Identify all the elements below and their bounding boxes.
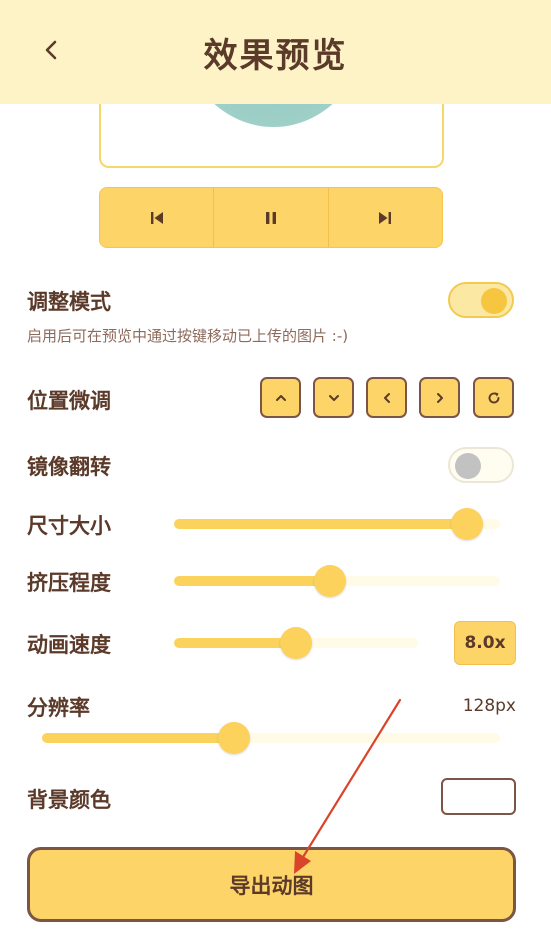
slider-thumb[interactable] (280, 627, 312, 659)
resolution-slider[interactable] (42, 718, 500, 758)
screen: 效果预览 调整模式 启用后可在预览中通过按键移动已上传的图片 :-) 位置微调 … (0, 0, 551, 944)
pause-button[interactable] (213, 188, 327, 247)
slider-fill (174, 638, 296, 648)
playback-controls (99, 187, 443, 248)
pause-icon (265, 211, 276, 224)
mirror-label: 镜像翻转 (27, 455, 111, 479)
chevron-down-icon (328, 394, 339, 401)
skip-previous-icon (150, 211, 163, 224)
nudge-down-button[interactable] (313, 377, 354, 418)
skip-next-icon (379, 211, 392, 224)
toggle-knob (481, 288, 507, 314)
nudge-up-button[interactable] (260, 377, 301, 418)
slider-fill (174, 576, 331, 586)
squeeze-slider[interactable] (174, 561, 500, 601)
size-slider[interactable] (174, 504, 500, 544)
chevron-left-icon (383, 392, 390, 403)
refresh-icon (488, 391, 499, 403)
position-label: 位置微调 (27, 389, 111, 413)
slider-thumb[interactable] (451, 508, 484, 540)
adjust-mode-label: 调整模式 (27, 290, 111, 314)
reset-position-button[interactable] (473, 377, 514, 418)
adjust-mode-hint: 启用后可在预览中通过按键移动已上传的图片 :-) (27, 327, 349, 345)
chevron-left-icon (45, 40, 57, 60)
background-color-label: 背景颜色 (27, 788, 111, 812)
export-gif-button[interactable]: 导出动图 (27, 847, 516, 922)
previous-frame-button[interactable] (100, 188, 213, 247)
resolution-value: 128px (462, 696, 516, 716)
page-title: 效果预览 (203, 36, 348, 76)
slider-thumb[interactable] (314, 565, 347, 597)
speed-slider[interactable] (174, 623, 418, 663)
toggle-knob (455, 453, 481, 479)
nudge-right-button[interactable] (419, 377, 460, 418)
speed-value-badge: 8.0x (454, 621, 516, 665)
adjust-mode-toggle[interactable] (448, 282, 514, 318)
background-color-swatch[interactable] (441, 778, 516, 815)
nudge-left-button[interactable] (366, 377, 407, 418)
header: 效果预览 (0, 0, 551, 104)
chevron-up-icon (275, 394, 286, 401)
slider-fill (42, 733, 235, 743)
slider-thumb[interactable] (218, 722, 251, 754)
back-button[interactable] (30, 28, 74, 72)
chevron-right-icon (436, 392, 443, 403)
slider-fill (174, 519, 468, 529)
squeeze-label: 挤压程度 (27, 571, 111, 595)
next-frame-button[interactable] (327, 188, 442, 247)
size-label: 尺寸大小 (27, 514, 111, 538)
speed-label: 动画速度 (27, 633, 111, 657)
mirror-toggle[interactable] (448, 447, 514, 483)
